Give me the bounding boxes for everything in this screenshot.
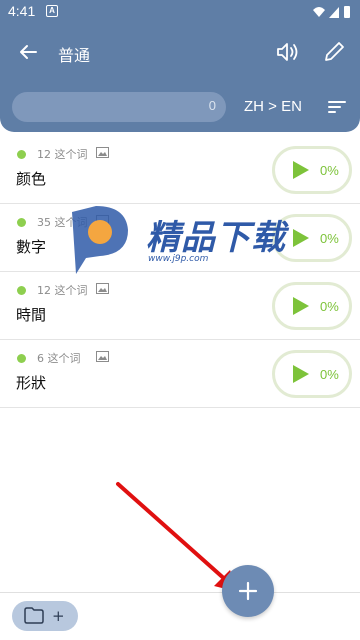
list-item[interactable]: 6 这个词 形狀 0% xyxy=(0,340,360,408)
image-icon xyxy=(96,283,109,294)
progress-percent: 0% xyxy=(320,299,339,314)
progress-percent: 0% xyxy=(320,163,339,178)
sort-icon[interactable] xyxy=(326,96,348,118)
status-dot xyxy=(17,218,26,227)
play-icon xyxy=(293,161,309,179)
play-progress-button[interactable]: 0% xyxy=(272,146,352,194)
status-signal-icons xyxy=(313,6,350,18)
page-title: 普通 xyxy=(58,46,91,65)
word-count: 6 这个词 xyxy=(37,352,81,365)
watermark-url: www.j9p.com xyxy=(148,254,209,264)
play-icon xyxy=(293,297,309,315)
add-folder-button[interactable]: + xyxy=(12,601,78,631)
watermark-logo-icon xyxy=(72,206,128,274)
image-icon xyxy=(96,147,109,158)
back-arrow-icon[interactable] xyxy=(14,38,42,66)
play-icon xyxy=(293,365,309,383)
list-name: 颜色 xyxy=(16,170,47,188)
bottom-bar: + xyxy=(0,592,360,640)
list-name: 時間 xyxy=(16,306,47,324)
image-icon xyxy=(96,351,109,362)
word-count: 12 这个词 xyxy=(37,284,88,297)
language-pair-button[interactable]: ZH > EN xyxy=(244,98,302,115)
search-count: 0 xyxy=(208,98,216,113)
progress-percent: 0% xyxy=(320,231,339,246)
speaker-icon[interactable] xyxy=(274,38,302,66)
progress-percent: 0% xyxy=(320,367,339,382)
status-dot xyxy=(17,150,26,159)
folder-plus-label: + xyxy=(52,607,65,625)
list-item[interactable]: 12 这个词 時間 0% xyxy=(0,272,360,340)
status-dot xyxy=(17,354,26,363)
list-item[interactable]: 12 这个词 颜色 0% xyxy=(0,136,360,204)
folder-icon xyxy=(24,607,44,624)
list-name: 形狀 xyxy=(16,374,47,392)
search-input[interactable]: 0 xyxy=(12,92,226,122)
app-bar: 普通 0 ZH > EN xyxy=(0,24,360,132)
word-count: 12 这个词 xyxy=(37,148,88,161)
plus-icon xyxy=(238,581,258,601)
list-name: 數字 xyxy=(16,238,47,256)
status-bar: 4:41 A xyxy=(0,0,360,24)
status-dot xyxy=(17,286,26,295)
pencil-icon[interactable] xyxy=(320,38,348,66)
play-progress-button[interactable]: 0% xyxy=(272,282,352,330)
watermark: 精品下载 www.j9p.com xyxy=(66,204,302,278)
play-progress-button[interactable]: 0% xyxy=(272,350,352,398)
status-app-badge: A xyxy=(46,5,58,17)
add-list-button[interactable] xyxy=(222,565,274,617)
status-time: 4:41 xyxy=(8,3,36,19)
watermark-brand: 精品下载 xyxy=(146,218,286,258)
